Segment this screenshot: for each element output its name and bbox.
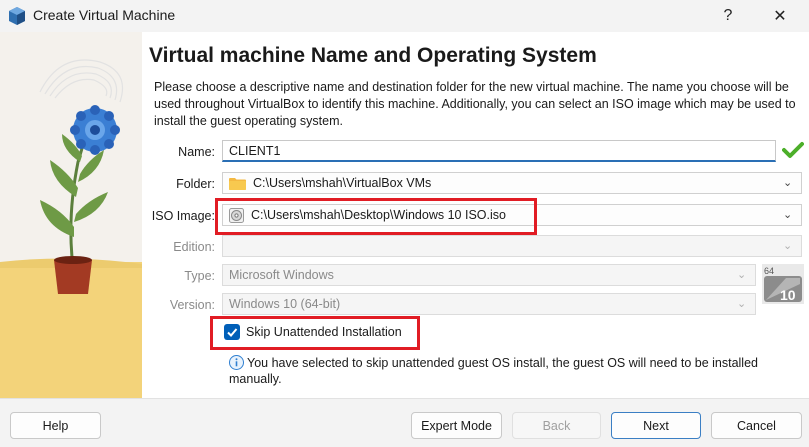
chevron-down-icon: ⌄: [737, 298, 747, 310]
chevron-down-icon: ⌄: [783, 177, 793, 189]
version-label: Version:: [169, 298, 215, 312]
back-button[interactable]: Back: [512, 412, 601, 439]
highlight-box-skip: [210, 316, 420, 350]
folder-value: C:\Users\mshah\VirtualBox VMs: [253, 176, 432, 190]
expert-mode-button[interactable]: Expert Mode: [411, 412, 502, 439]
os-version-label: 10: [780, 287, 796, 303]
edition-label: Edition:: [173, 240, 215, 254]
chevron-down-icon: ⌄: [783, 209, 793, 221]
close-icon: ✕: [773, 8, 787, 25]
os-type-icon: 64 10: [762, 264, 804, 304]
iso-label: ISO Image:: [151, 209, 215, 223]
edition-select[interactable]: ⌄: [222, 235, 802, 257]
folder-icon: [229, 177, 246, 190]
type-select[interactable]: Microsoft Windows ⌄: [222, 264, 756, 286]
virtualbox-icon: [9, 7, 25, 25]
type-label: Type:: [184, 269, 215, 283]
name-value: CLIENT1: [229, 143, 281, 158]
os-bits-label: 64: [764, 266, 774, 276]
highlight-box-iso: [215, 198, 537, 235]
title-bar: Create Virtual Machine ? ✕: [0, 0, 809, 32]
info-message: You have selected to skip unattended gue…: [229, 356, 758, 386]
chevron-down-icon: ⌄: [783, 240, 793, 252]
version-select[interactable]: Windows 10 (64-bit) ⌄: [222, 293, 756, 315]
chevron-down-icon: ⌄: [737, 269, 747, 281]
help-title-button[interactable]: ?: [705, 0, 751, 32]
cancel-button[interactable]: Cancel: [711, 412, 802, 439]
type-value: Microsoft Windows: [229, 268, 334, 282]
flower-illustration: [0, 59, 142, 398]
window-title: Create Virtual Machine: [33, 7, 176, 23]
page-description: Please choose a descriptive name and des…: [154, 80, 796, 128]
valid-check-icon: [782, 142, 804, 158]
name-label: Name:: [178, 145, 215, 159]
close-button[interactable]: ✕: [757, 0, 803, 32]
next-button[interactable]: Next: [611, 412, 701, 439]
name-input[interactable]: CLIENT1: [222, 140, 776, 162]
wizard-illustration: [0, 32, 142, 398]
folder-label: Folder:: [176, 177, 215, 191]
version-value: Windows 10 (64-bit): [229, 297, 341, 311]
help-button[interactable]: Help: [10, 412, 101, 439]
page-title: Virtual machine Name and Operating Syste…: [149, 44, 597, 67]
folder-select[interactable]: C:\Users\mshah\VirtualBox VMs ⌄: [222, 172, 802, 194]
question-icon: ?: [723, 7, 733, 24]
